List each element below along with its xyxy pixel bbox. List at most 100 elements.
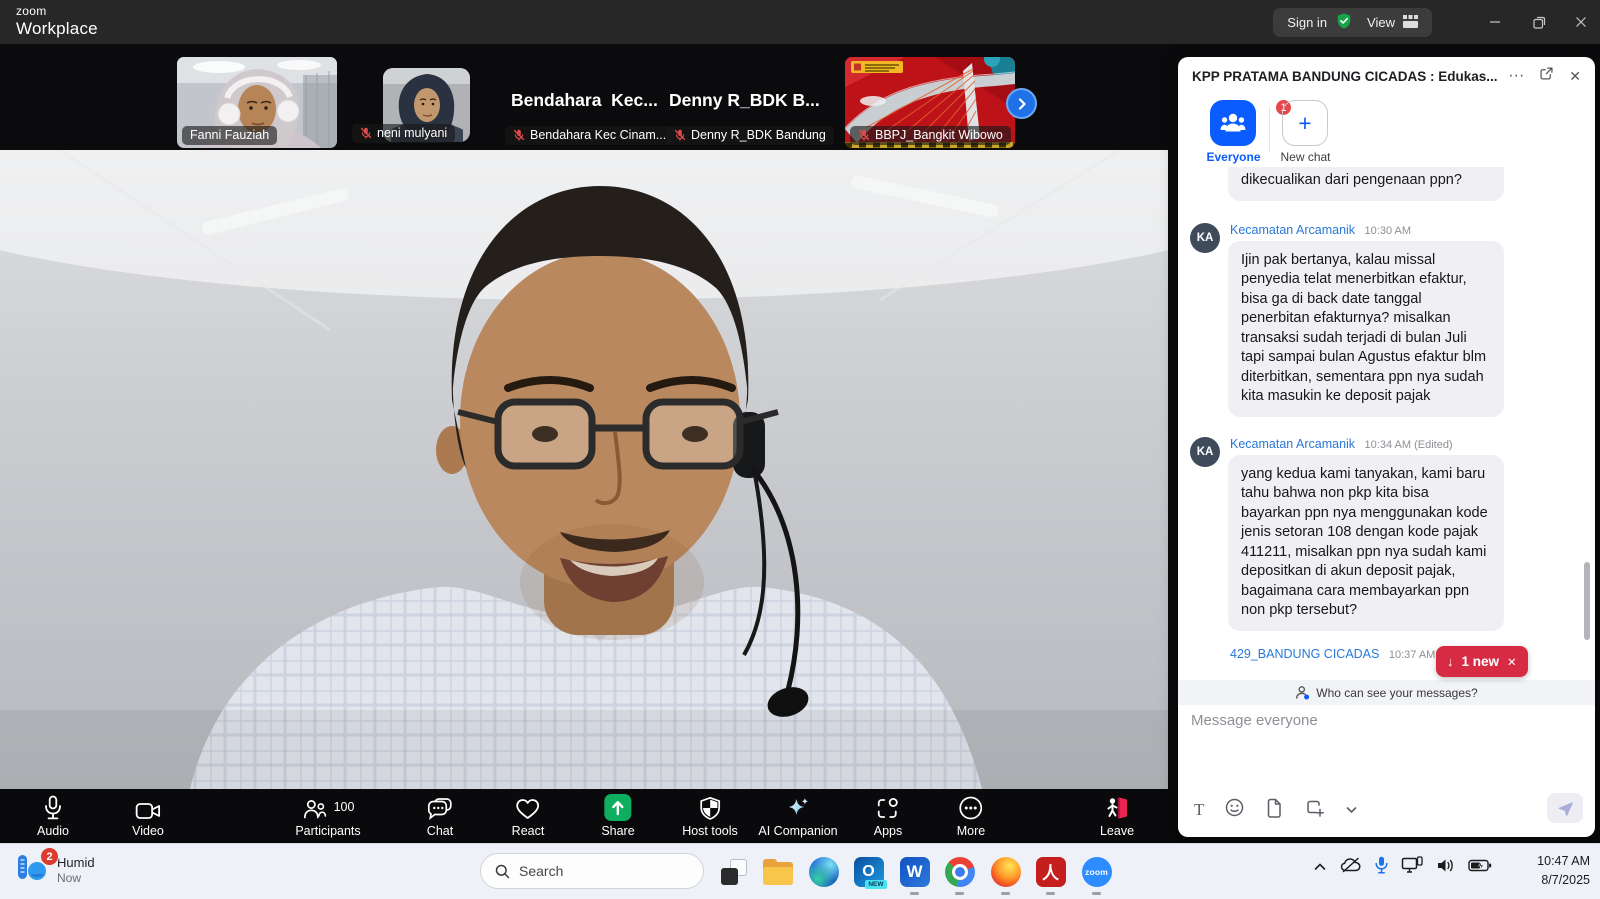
weather-badge: 2 bbox=[40, 847, 59, 866]
taskbar-clock[interactable]: 10:47 AM 8/7/2025 bbox=[1537, 852, 1590, 890]
video-button[interactable]: Video bbox=[132, 794, 164, 838]
security-shield-icon bbox=[1335, 12, 1353, 33]
restore-button[interactable] bbox=[1524, 8, 1554, 36]
send-button[interactable] bbox=[1547, 793, 1583, 823]
new-chat-button[interactable]: + bbox=[1282, 100, 1328, 146]
chat-close-icon[interactable]: ✕ bbox=[1569, 69, 1581, 83]
audio-button[interactable]: Audio bbox=[37, 794, 69, 838]
chat-message-partial: dikecualikan dari pengenaan ppn? bbox=[1190, 167, 1579, 201]
share-button[interactable]: Share bbox=[601, 794, 634, 838]
speaker-video-frame bbox=[0, 150, 1168, 789]
participant-name-label: Denny R_BDK Bandung bbox=[666, 126, 834, 145]
emoji-icon[interactable] bbox=[1225, 798, 1244, 822]
running-indicator bbox=[955, 892, 964, 895]
speaker-icon[interactable] bbox=[1436, 857, 1455, 879]
host-tools-button[interactable]: Host tools bbox=[682, 794, 738, 838]
chevron-down-icon[interactable] bbox=[1346, 801, 1357, 819]
participants-icon bbox=[302, 797, 328, 821]
participant-name-label: BBPJ_Bangkit Wibowo bbox=[850, 126, 1011, 145]
running-indicator bbox=[1001, 892, 1010, 895]
chat-message: KA Kecamatan Arcamanik 10:30 AM Ijin pak… bbox=[1190, 223, 1579, 417]
tray-chevron-icon[interactable] bbox=[1313, 859, 1327, 877]
chrome-button[interactable] bbox=[944, 856, 975, 887]
message-bubble: Ijin pak bertanya, kalau missal penyedia… bbox=[1228, 241, 1504, 417]
zoom-workplace-window: zoom Workplace Sign in View bbox=[0, 0, 1600, 899]
composer-toolbar: T bbox=[1194, 797, 1357, 823]
message-time: 10:37 AM bbox=[1389, 649, 1435, 661]
format-text-icon[interactable]: T bbox=[1194, 800, 1204, 820]
down-arrow-icon: ↓ bbox=[1447, 654, 1454, 669]
battery-charging-icon[interactable] bbox=[1468, 858, 1492, 878]
edge-button[interactable] bbox=[808, 856, 839, 887]
message-sender[interactable]: 429_BANDUNG CICADAS bbox=[1230, 647, 1379, 661]
firefox-icon bbox=[991, 857, 1021, 887]
leave-button[interactable]: Leave bbox=[1100, 794, 1134, 838]
participant-tile-bendahara[interactable]: Bendahara Kec... bbox=[511, 90, 658, 111]
more-button[interactable]: More bbox=[957, 794, 985, 838]
participant-name-label: Bendahara Kec Cinam... bbox=[505, 126, 674, 145]
minimize-button[interactable] bbox=[1480, 8, 1510, 36]
zoom-app-button[interactable]: zoom bbox=[1081, 856, 1112, 887]
message-bubble: dikecualikan dari pengenaan ppn? bbox=[1228, 167, 1504, 201]
sign-in-button[interactable]: Sign in bbox=[1287, 12, 1353, 33]
mic-in-use-icon[interactable] bbox=[1375, 856, 1388, 879]
task-view-button[interactable] bbox=[718, 856, 749, 887]
muted-mic-icon bbox=[674, 129, 686, 141]
tab-everyone[interactable]: 1 bbox=[1210, 100, 1256, 146]
participants-count: 100 bbox=[334, 800, 355, 814]
participant-name-label: Fanni Fauziah bbox=[182, 126, 277, 145]
avatar: KA bbox=[1190, 223, 1220, 253]
apps-button[interactable]: Apps bbox=[874, 794, 903, 838]
chat-message: KA Kecamatan Arcamanik 10:34 AM (Edited)… bbox=[1190, 437, 1579, 631]
view-grid-icon bbox=[1403, 15, 1418, 31]
participant-tile-bbpj[interactable]: BBPJ_Bangkit Wibowo bbox=[845, 57, 1015, 148]
titlebar-actions: Sign in View bbox=[1273, 8, 1432, 37]
word-button[interactable]: W bbox=[899, 856, 930, 887]
close-window-button[interactable] bbox=[1566, 8, 1596, 36]
file-explorer-button[interactable] bbox=[762, 856, 793, 887]
taskbar-search[interactable]: Search bbox=[480, 853, 704, 889]
weather-time: Now bbox=[57, 871, 95, 885]
running-indicator bbox=[910, 892, 919, 895]
react-button[interactable]: React bbox=[512, 794, 545, 838]
chrome-icon bbox=[945, 857, 975, 887]
message-sender[interactable]: Kecamatan Arcamanik bbox=[1230, 437, 1355, 451]
chat-scrollbar[interactable] bbox=[1584, 562, 1590, 640]
screenshot-icon[interactable] bbox=[1304, 797, 1325, 823]
pop-out-icon[interactable] bbox=[1539, 66, 1554, 86]
outlook-button[interactable]: ONEW bbox=[853, 856, 884, 887]
chat-title: KPP PRATAMA BANDUNG CICADAS : Edukas... bbox=[1192, 69, 1498, 84]
participant-tile-fanni[interactable]: Fanni Fauziah bbox=[177, 57, 337, 148]
group-icon bbox=[1220, 110, 1246, 136]
chat-panel: KPP PRATAMA BANDUNG CICADAS : Edukas... … bbox=[1178, 57, 1595, 837]
app-titlebar: zoom Workplace Sign in View bbox=[0, 0, 1600, 44]
running-indicator bbox=[1092, 892, 1101, 895]
participant-tile-denny[interactable]: Denny R_BDK B... bbox=[669, 90, 820, 111]
main-speaker-video[interactable]: 429_BANDUNG CICADAS bbox=[0, 150, 1168, 789]
chat-more-icon[interactable]: ··· bbox=[1508, 68, 1524, 84]
chat-message-list[interactable]: dikecualikan dari pengenaan ppn? KA Keca… bbox=[1178, 167, 1595, 680]
strip-next-page-button[interactable] bbox=[1006, 88, 1037, 119]
folder-icon bbox=[763, 859, 793, 885]
taskbar-weather-widget[interactable]: 2 Humid Now bbox=[16, 852, 95, 887]
display-device-icon[interactable] bbox=[1401, 856, 1423, 879]
clock-time: 10:47 AM bbox=[1537, 852, 1590, 871]
leave-door-icon bbox=[1104, 794, 1130, 821]
ai-companion-button[interactable]: AI Companion bbox=[758, 794, 837, 838]
privacy-notice[interactable]: Who can see your messages? bbox=[1178, 680, 1595, 705]
firefox-button[interactable] bbox=[990, 856, 1021, 887]
attach-file-icon[interactable] bbox=[1265, 798, 1283, 823]
participants-button[interactable]: 100 Participants bbox=[295, 794, 360, 838]
brand-zoom: zoom bbox=[16, 5, 98, 17]
view-button[interactable]: View bbox=[1367, 15, 1418, 31]
chat-button[interactable]: Chat bbox=[427, 794, 453, 838]
avatar: KA bbox=[1190, 437, 1220, 467]
acrobat-button[interactable]: 人 bbox=[1035, 856, 1066, 887]
message-sender[interactable]: Kecamatan Arcamanik bbox=[1230, 223, 1355, 237]
running-indicator bbox=[1046, 892, 1055, 895]
message-input[interactable]: Message everyone bbox=[1191, 712, 1318, 729]
clock-date: 8/7/2025 bbox=[1537, 871, 1590, 890]
dismiss-icon[interactable]: ✕ bbox=[1507, 655, 1517, 669]
onedrive-paused-icon[interactable] bbox=[1340, 857, 1362, 878]
new-messages-button[interactable]: ↓ 1 new ✕ bbox=[1436, 646, 1528, 677]
